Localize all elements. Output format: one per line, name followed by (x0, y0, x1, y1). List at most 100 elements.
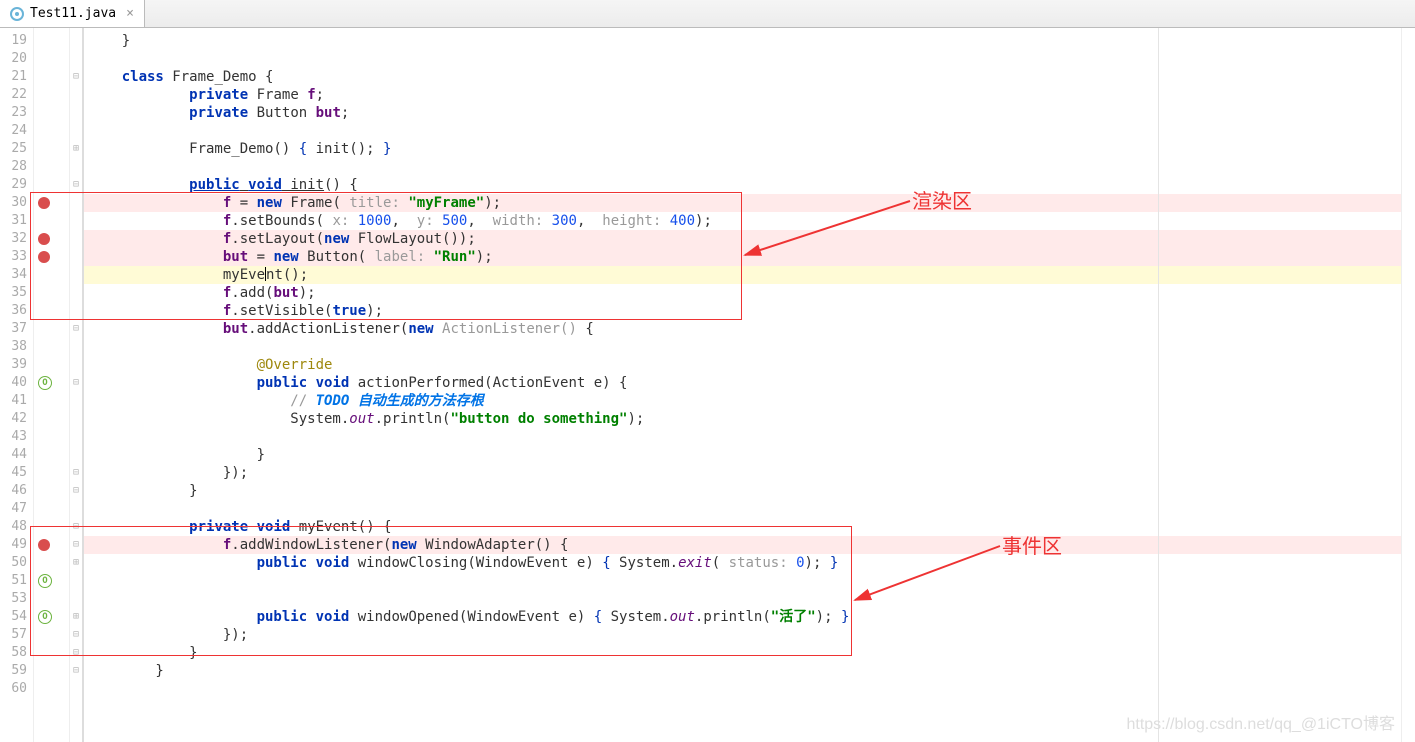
fold-handle[interactable] (70, 230, 82, 248)
fold-handle[interactable] (70, 446, 82, 464)
override-icon[interactable]: O (38, 610, 52, 624)
gutter-cell[interactable] (34, 662, 69, 680)
code-line[interactable]: private void myEvent() { (84, 518, 1401, 536)
gutter-cell[interactable] (34, 212, 69, 230)
gutter-cell[interactable] (34, 356, 69, 374)
gutter-cell[interactable] (34, 86, 69, 104)
code-line[interactable] (84, 338, 1401, 356)
fold-handle[interactable]: ⊟ (70, 662, 82, 680)
gutter-cell[interactable] (34, 554, 69, 572)
gutter-cell[interactable] (34, 194, 69, 212)
fold-handle[interactable] (70, 86, 82, 104)
fold-handle[interactable] (70, 410, 82, 428)
fold-handle[interactable] (70, 428, 82, 446)
fold-handle[interactable] (70, 212, 82, 230)
breakpoint-icon[interactable] (38, 197, 50, 209)
code-line[interactable]: } (84, 482, 1401, 500)
gutter-cell[interactable] (34, 158, 69, 176)
gutter-cell[interactable] (34, 68, 69, 86)
code-line[interactable]: public void init() { (84, 176, 1401, 194)
fold-handle[interactable] (70, 338, 82, 356)
gutter-cell[interactable] (34, 518, 69, 536)
fold-handle[interactable]: ⊟ (70, 68, 82, 86)
fold-handle[interactable] (70, 32, 82, 50)
fold-handle[interactable] (70, 158, 82, 176)
fold-handle[interactable] (70, 392, 82, 410)
fold-handle[interactable] (70, 302, 82, 320)
gutter-cell[interactable]: O (34, 608, 69, 626)
gutter-cell[interactable] (34, 230, 69, 248)
gutter-cell[interactable] (34, 644, 69, 662)
gutter-cell[interactable] (34, 428, 69, 446)
code-line[interactable]: f.add(but); (84, 284, 1401, 302)
code-line[interactable] (84, 158, 1401, 176)
gutter-cell[interactable] (34, 446, 69, 464)
gutter-cell[interactable] (34, 32, 69, 50)
fold-handle[interactable]: ⊟ (70, 176, 82, 194)
code-line[interactable]: public void actionPerformed(ActionEvent … (84, 374, 1401, 392)
code-line[interactable]: } (84, 662, 1401, 680)
code-area[interactable]: } class Frame_Demo { private Frame f; pr… (84, 28, 1401, 742)
code-line[interactable] (84, 50, 1401, 68)
override-icon[interactable]: O (38, 574, 52, 588)
fold-handle[interactable]: ⊟ (70, 464, 82, 482)
code-line[interactable]: class Frame_Demo { (84, 68, 1401, 86)
error-stripe[interactable] (1401, 28, 1415, 742)
code-line[interactable] (84, 572, 1401, 590)
code-line[interactable]: but = new Button( label: "Run"); (84, 248, 1401, 266)
gutter-cell[interactable] (34, 626, 69, 644)
code-line[interactable]: System.out.println("button do something"… (84, 410, 1401, 428)
fold-handle[interactable] (70, 104, 82, 122)
code-line[interactable]: Frame_Demo() { init(); } (84, 140, 1401, 158)
code-line[interactable]: f.setLayout(new FlowLayout()); (84, 230, 1401, 248)
fold-handle[interactable] (70, 500, 82, 518)
fold-handle[interactable] (70, 356, 82, 374)
breakpoint-icon[interactable] (38, 251, 50, 263)
gutter-cell[interactable] (34, 536, 69, 554)
gutter-cell[interactable] (34, 122, 69, 140)
code-line[interactable]: but.addActionListener(new ActionListener… (84, 320, 1401, 338)
code-line[interactable]: @Override (84, 356, 1401, 374)
gutter-cell[interactable]: O (34, 572, 69, 590)
code-line[interactable] (84, 500, 1401, 518)
gutter-cell[interactable] (34, 50, 69, 68)
code-line[interactable] (84, 680, 1401, 698)
code-line[interactable]: }); (84, 626, 1401, 644)
fold-handle[interactable]: ⊟ (70, 626, 82, 644)
gutter-cell[interactable] (34, 410, 69, 428)
fold-handle[interactable] (70, 284, 82, 302)
gutter-cell[interactable] (34, 338, 69, 356)
code-line[interactable] (84, 590, 1401, 608)
breakpoint-icon[interactable] (38, 539, 50, 551)
fold-handle[interactable]: ⊟ (70, 536, 82, 554)
fold-handle[interactable]: ⊟ (70, 518, 82, 536)
fold-gutter[interactable]: ⊟⊞⊟⊟⊟⊟⊟⊟⊟⊞⊞⊟⊟⊟ (70, 28, 84, 742)
code-line[interactable]: private Frame f; (84, 86, 1401, 104)
fold-handle[interactable]: ⊞ (70, 608, 82, 626)
fold-handle[interactable] (70, 122, 82, 140)
fold-handle[interactable] (70, 572, 82, 590)
fold-handle[interactable] (70, 590, 82, 608)
fold-handle[interactable]: ⊟ (70, 644, 82, 662)
fold-handle[interactable]: ⊞ (70, 140, 82, 158)
gutter-cell[interactable] (34, 464, 69, 482)
code-line[interactable]: f = new Frame( title: "myFrame"); (84, 194, 1401, 212)
fold-handle[interactable] (70, 266, 82, 284)
gutter-cell[interactable] (34, 320, 69, 338)
gutter-cell[interactable]: O (34, 374, 69, 392)
code-line[interactable]: f.addWindowListener(new WindowAdapter() … (84, 536, 1401, 554)
fold-handle[interactable] (70, 680, 82, 698)
code-line[interactable]: } (84, 446, 1401, 464)
gutter-cell[interactable] (34, 176, 69, 194)
code-line[interactable]: } (84, 644, 1401, 662)
gutter-cell[interactable] (34, 500, 69, 518)
code-line[interactable]: } (84, 32, 1401, 50)
fold-handle[interactable]: ⊟ (70, 482, 82, 500)
fold-handle[interactable]: ⊟ (70, 374, 82, 392)
code-line[interactable]: public void windowClosing(WindowEvent e)… (84, 554, 1401, 572)
code-line[interactable]: f.setVisible(true); (84, 302, 1401, 320)
tab-test11-java[interactable]: Test11.java × (0, 0, 145, 27)
gutter-cell[interactable] (34, 104, 69, 122)
code-line[interactable] (84, 428, 1401, 446)
override-icon[interactable]: O (38, 376, 52, 390)
